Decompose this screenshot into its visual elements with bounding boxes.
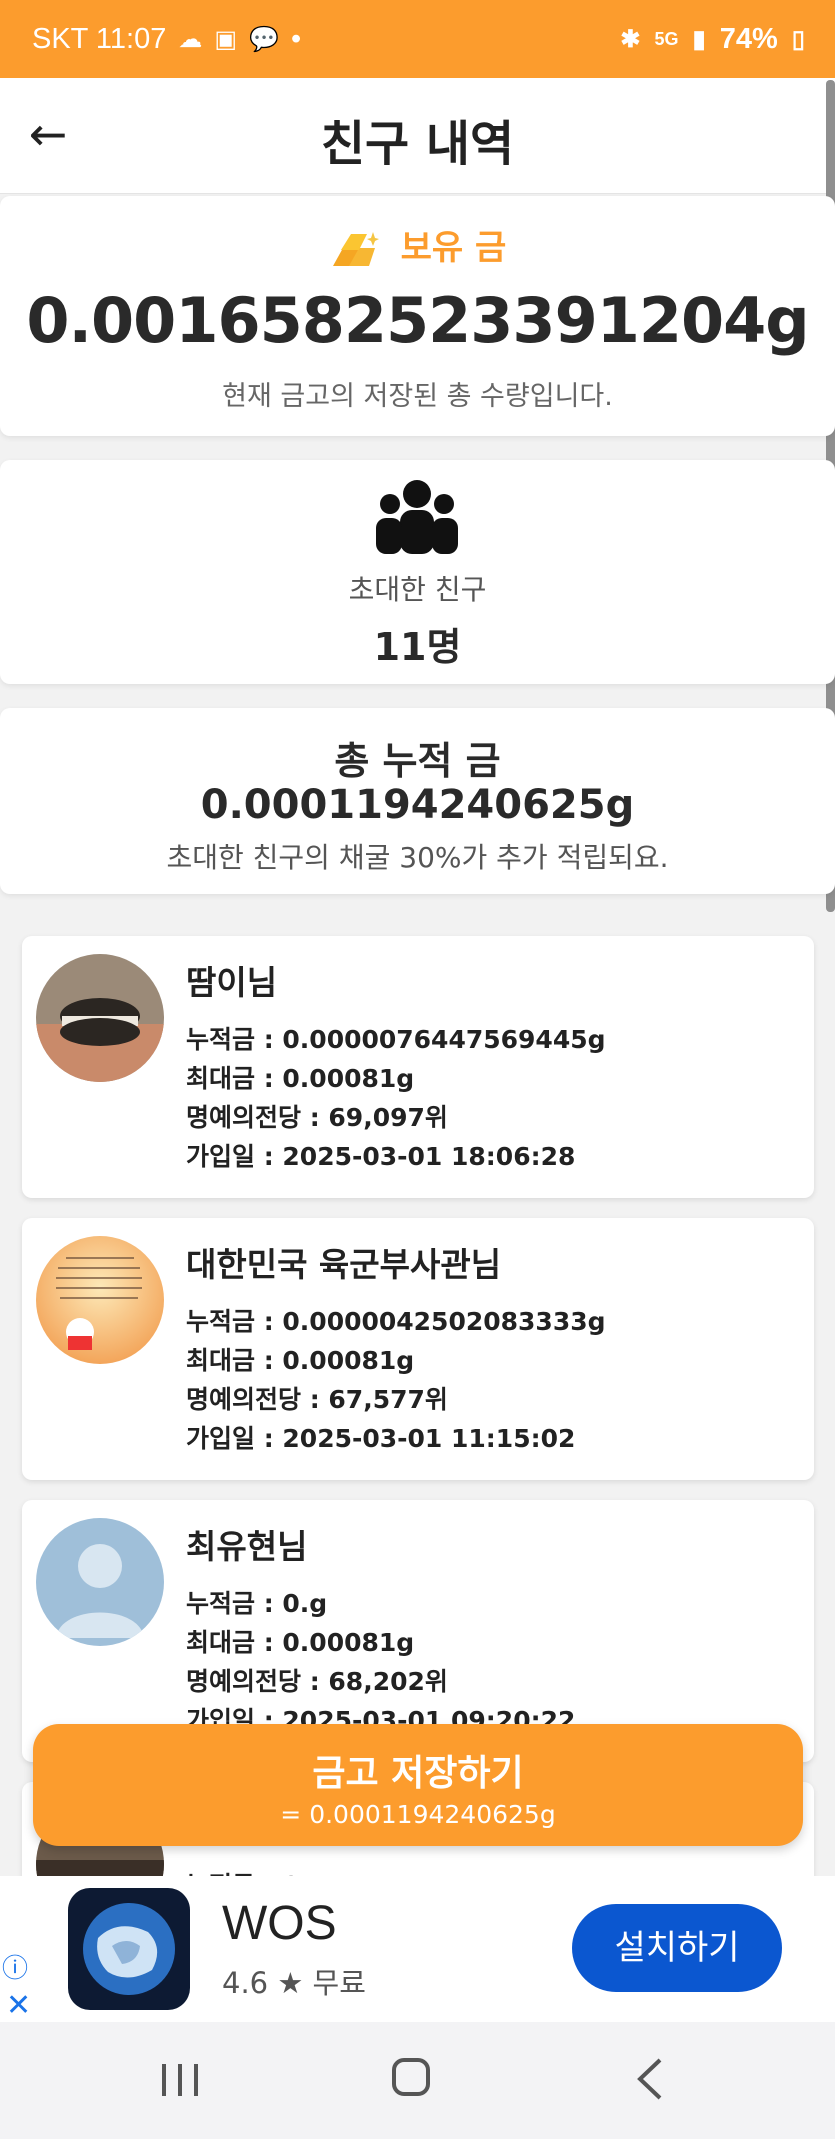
system-nav-bar <box>0 2022 835 2139</box>
friend-rank: 명예의전당 : 69,097위 <box>186 1103 448 1132</box>
ad-app-name: WOS <box>222 1897 337 1950</box>
friend-accumulated: 누적금 : 0.g <box>186 1589 328 1618</box>
friend-max: 최대금 : 0.00081g <box>186 1346 415 1375</box>
friend-rank: 명예의전당 : 67,577위 <box>186 1385 448 1414</box>
ad-info-icon[interactable]: ⓘ <box>2 1948 28 1985</box>
friend-accumulated: 누적금 : 0.0000042502083333g <box>186 1307 606 1336</box>
ad-app-meta: 4.6 ★ 무료 <box>222 1966 366 2000</box>
friend-joined: 가입일 : 2025-03-01 11:15:02 <box>186 1424 576 1453</box>
install-button[interactable]: 설치하기 <box>572 1904 782 1992</box>
save-button-title: 금고 저장하기 <box>312 1753 524 1794</box>
friend-name: 대한민국 육군부사관님 <box>186 1245 502 1284</box>
friend-accumulated: 누적금 : 0.g <box>186 1866 327 1876</box>
friend-list: 땀이님 누적금 : 0.0000076447569445g 최대금 : 0.00… <box>0 0 835 1876</box>
default-avatar-icon <box>36 1518 164 1646</box>
back-icon[interactable] <box>630 2056 670 2102</box>
avatar <box>36 954 164 1082</box>
friend-max: 최대금 : 0.00081g <box>186 1064 415 1093</box>
avatar <box>36 1236 164 1364</box>
friend-name: 최유현님 <box>186 1527 308 1566</box>
friend-joined: 가입일 : 2025-03-01 18:06:28 <box>186 1142 576 1171</box>
friend-name: 땀이님 <box>186 963 278 1002</box>
recent-apps-icon[interactable] <box>160 2060 200 2100</box>
friend-accumulated: 누적금 : 0.0000076447569445g <box>186 1025 606 1054</box>
friend-max: 최대금 : 0.00081g <box>186 1628 415 1657</box>
save-vault-button[interactable]: 금고 저장하기 = 0.0001194240625g <box>33 1724 803 1846</box>
list-item[interactable]: 땀이님 누적금 : 0.0000076447569445g 최대금 : 0.00… <box>22 936 814 1198</box>
ad-banner[interactable]: ⓘ ✕ WOS 4.6 ★ 무료 설치하기 <box>0 1876 835 2023</box>
ad-close-icon[interactable]: ✕ <box>6 1988 31 2023</box>
app-icon[interactable] <box>68 1888 190 2010</box>
save-button-subtitle: = 0.0001194240625g <box>280 1800 556 1829</box>
friend-rank: 명예의전당 : 68,202위 <box>186 1667 448 1696</box>
list-item[interactable]: 최유현님 누적금 : 0.g 최대금 : 0.00081g 명예의전당 : 68… <box>22 1500 814 1762</box>
list-item[interactable]: 대한민국 육군부사관님 누적금 : 0.0000042502083333g 최대… <box>22 1218 814 1480</box>
home-icon[interactable] <box>392 2058 430 2096</box>
